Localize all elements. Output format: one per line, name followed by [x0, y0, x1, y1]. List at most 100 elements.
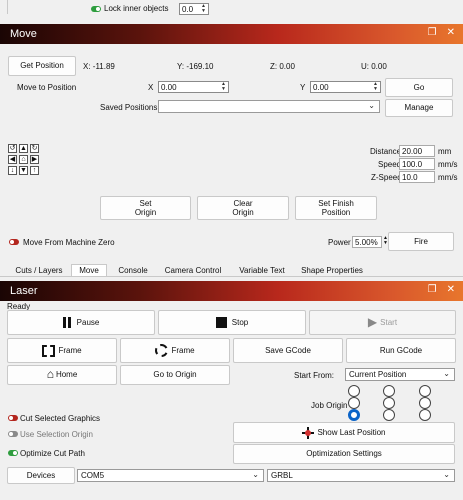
close-icon[interactable]: ✕	[447, 284, 455, 295]
y-position-field[interactable]: 0.00 ▲ ▼	[310, 81, 381, 93]
z-speed-unit: mm/s	[438, 173, 458, 182]
speed-value: 100.0	[402, 159, 423, 169]
home-button[interactable]: ⌂ Home	[7, 365, 117, 385]
tab-move[interactable]: Move	[71, 264, 107, 276]
power-field[interactable]: 5.00%	[352, 236, 382, 248]
x-label: X	[148, 83, 154, 92]
move-from-machine-zero-label: Move From Machine Zero	[23, 238, 115, 247]
y-readout: Y: -169.10	[177, 62, 214, 71]
z-speed-field[interactable]: 10.0	[399, 171, 435, 183]
pause-label: Pause	[76, 317, 100, 327]
set-finish-position-button[interactable]: Set Finish Position	[295, 196, 377, 220]
close-icon[interactable]: ✕	[447, 27, 455, 38]
y-label: Y	[300, 83, 306, 92]
get-position-button[interactable]: Get Position	[8, 56, 76, 76]
job-origin-middle-right[interactable]	[419, 397, 431, 409]
z-down-icon[interactable]: ↓	[8, 166, 17, 175]
job-origin-top-center[interactable]	[383, 385, 395, 397]
tab-cuts-layers[interactable]: Cuts / Layers	[10, 264, 68, 276]
frame-rect-button[interactable]: Frame	[7, 338, 117, 363]
stop-button[interactable]: Stop	[158, 310, 306, 335]
job-origin-top-left[interactable]	[348, 385, 360, 397]
chevron-down-icon: ⌄	[368, 101, 375, 110]
rotate-cw-icon[interactable]: ↻	[30, 144, 39, 153]
manage-button[interactable]: Manage	[385, 99, 453, 117]
optimize-cut-path-toggle[interactable]	[8, 450, 18, 456]
go-button[interactable]: Go	[385, 78, 453, 97]
start-from-dropdown[interactable]: Current Position ⌄	[345, 368, 455, 381]
x-position-field[interactable]: 0.00 ▲ ▼	[158, 81, 229, 93]
save-gcode-button[interactable]: Save GCode	[233, 338, 343, 363]
distance-field[interactable]: 20.00	[399, 145, 435, 157]
job-origin-bottom-right[interactable]	[419, 409, 431, 421]
frame-circle-button[interactable]: Frame	[120, 338, 230, 363]
home-icon[interactable]: ⌂	[19, 155, 28, 164]
job-origin-middle-left[interactable]	[348, 397, 360, 409]
go-to-origin-button[interactable]: Go to Origin	[120, 365, 230, 385]
use-selection-origin-toggle[interactable]	[8, 431, 18, 437]
start-button[interactable]: ▶ Start	[309, 310, 456, 335]
job-origin-middle-center[interactable]	[383, 397, 395, 409]
play-icon: ▶	[367, 314, 378, 329]
laser-title: Laser	[10, 285, 38, 297]
z-up-icon[interactable]: ↑	[30, 166, 39, 175]
stop-label: Stop	[231, 317, 249, 327]
tab-variable-text[interactable]: Variable Text	[234, 264, 290, 276]
lock-inner-objects-field[interactable]: 0.0 ▲ ▼	[179, 3, 209, 15]
laser-titlebar: Laser ❐ ✕	[0, 281, 463, 301]
set-origin-label: Set Origin	[134, 198, 157, 217]
jog-down-icon[interactable]: ▼	[19, 166, 28, 175]
tab-console[interactable]: Console	[112, 264, 154, 276]
jog-pad: ↺ ▲ ↻ ◀ ⌂ ▶ ↓ ▼ ↑	[8, 144, 44, 178]
speed-unit: mm/s	[438, 160, 458, 169]
optimization-settings-button[interactable]: Optimization Settings	[233, 444, 455, 464]
tab-shape-properties[interactable]: Shape Properties	[298, 264, 366, 276]
home-label: Home	[55, 370, 78, 380]
distance-label: Distance	[370, 147, 402, 156]
distance-value: 20.00	[402, 146, 423, 156]
devices-button[interactable]: Devices	[7, 467, 75, 484]
speed-field[interactable]: 100.0	[399, 158, 435, 170]
move-titlebar: Move ❐ ✕	[0, 24, 463, 44]
chevron-down-icon: ⌄	[443, 470, 450, 479]
restore-window-icon[interactable]: ❐	[428, 284, 437, 295]
set-finish-position-label: Set Finish Position	[318, 198, 354, 217]
cut-selected-graphics-toggle[interactable]	[8, 415, 18, 421]
frame-circle-label: Frame	[171, 345, 195, 355]
lock-inner-value: 0.0	[182, 4, 194, 14]
controller-value: GRBL	[271, 471, 293, 480]
job-origin-top-right[interactable]	[419, 385, 431, 397]
jog-left-icon[interactable]: ◀	[8, 155, 17, 164]
speed-label: Speed	[378, 160, 402, 169]
set-origin-button[interactable]: Set Origin	[100, 196, 191, 220]
move-from-machine-zero-toggle[interactable]	[9, 239, 19, 245]
port-dropdown[interactable]: COM5 ⌄	[77, 469, 264, 482]
spin-arrows-icon[interactable]: ▲ ▼	[221, 82, 226, 92]
run-gcode-button[interactable]: Run GCode	[346, 338, 456, 363]
fire-button[interactable]: Fire	[388, 232, 454, 251]
tab-camera-control[interactable]: Camera Control	[160, 264, 226, 276]
lock-inner-objects-label: Lock inner objects	[104, 4, 169, 13]
clear-origin-button[interactable]: Clear Origin	[197, 196, 289, 220]
spin-arrows-icon[interactable]: ▲ ▼	[373, 82, 378, 92]
y-position-value: 0.00	[313, 82, 329, 92]
port-value: COM5	[81, 471, 105, 480]
jog-right-icon[interactable]: ▶	[30, 155, 39, 164]
rotate-ccw-icon[interactable]: ↺	[8, 144, 17, 153]
job-origin-bottom-center[interactable]	[383, 409, 395, 421]
u-readout: U: 0.00	[361, 62, 387, 71]
chevron-down-icon: ⌄	[252, 470, 259, 479]
controller-dropdown[interactable]: GRBL ⌄	[267, 469, 455, 482]
show-last-position-button[interactable]: Show Last Position	[233, 422, 455, 443]
frame-rect-label: Frame	[58, 345, 82, 355]
pause-button[interactable]: Pause	[7, 310, 155, 335]
saved-positions-dropdown[interactable]: ⌄	[158, 100, 380, 113]
clear-origin-label: Clear Origin	[232, 198, 254, 217]
lock-inner-objects-toggle[interactable]	[91, 6, 101, 12]
restore-window-icon[interactable]: ❐	[428, 27, 437, 38]
show-last-position-label: Show Last Position	[317, 427, 386, 437]
job-origin-bottom-left[interactable]	[348, 409, 360, 421]
jog-up-icon[interactable]: ▲	[19, 144, 28, 153]
spin-arrows-icon[interactable]: ▲ ▼	[201, 4, 206, 14]
use-selection-origin-label: Use Selection Origin	[20, 430, 93, 439]
